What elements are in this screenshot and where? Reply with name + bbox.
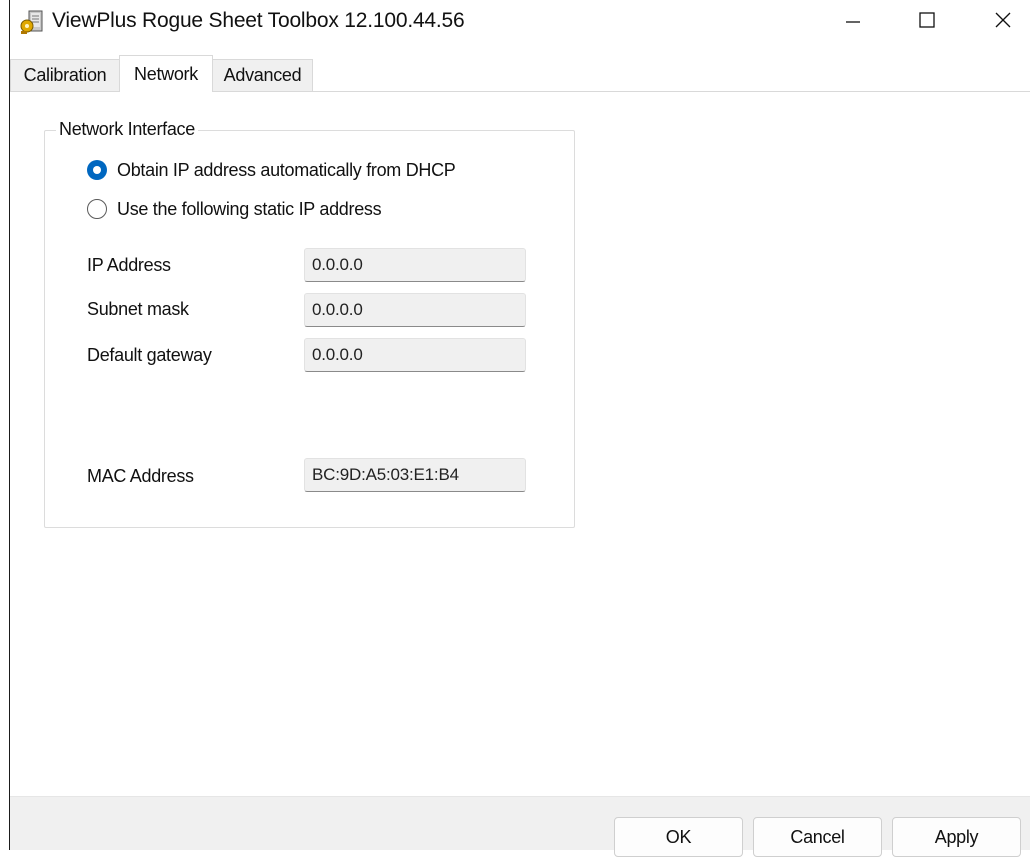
dhcp-radio-label: Obtain IP address automatically from DHC… <box>117 159 456 180</box>
static-ip-radio-option[interactable]: Use the following static IP address <box>87 196 382 222</box>
subnet-mask-field[interactable]: 0.0.0.0 <box>304 293 526 327</box>
default-gateway-label: Default gateway <box>87 345 212 365</box>
title-bar[interactable]: ViewPlus Rogue Sheet Toolbox 12.100.44.5… <box>10 0 1030 47</box>
default-gateway-field[interactable]: 0.0.0.0 <box>304 338 526 372</box>
mac-address-label: MAC Address <box>87 466 194 486</box>
static-ip-radio-button[interactable] <box>87 199 107 219</box>
maximize-button[interactable] <box>896 0 958 44</box>
cancel-button[interactable]: Cancel <box>753 817 882 857</box>
dhcp-radio-button[interactable] <box>87 160 107 180</box>
tab-advanced[interactable]: Advanced <box>212 59 313 91</box>
ip-address-field[interactable]: 0.0.0.0 <box>304 248 526 282</box>
minimize-button[interactable] <box>822 0 884 44</box>
ok-button[interactable]: OK <box>614 817 743 857</box>
tab-calibration[interactable]: Calibration <box>10 59 120 91</box>
subnet-mask-label: Subnet mask <box>87 299 189 319</box>
dhcp-radio-option[interactable]: Obtain IP address automatically from DHC… <box>87 157 456 183</box>
static-ip-radio-label: Use the following static IP address <box>117 198 382 219</box>
app-icon <box>20 9 44 35</box>
ip-address-label: IP Address <box>87 255 171 275</box>
window-title: ViewPlus Rogue Sheet Toolbox 12.100.44.5… <box>52 9 465 32</box>
minimize-icon <box>845 12 861 33</box>
close-button[interactable] <box>972 0 1030 44</box>
dialog-window: ViewPlus Rogue Sheet Toolbox 12.100.44.5… <box>9 0 1030 857</box>
group-title: Network Interface <box>56 119 198 140</box>
maximize-icon <box>918 11 936 34</box>
tab-network[interactable]: Network <box>119 55 213 92</box>
close-icon <box>994 11 1012 34</box>
apply-button[interactable]: Apply <box>892 817 1021 857</box>
mac-address-field[interactable]: BC:9D:A5:03:E1:B4 <box>304 458 526 492</box>
